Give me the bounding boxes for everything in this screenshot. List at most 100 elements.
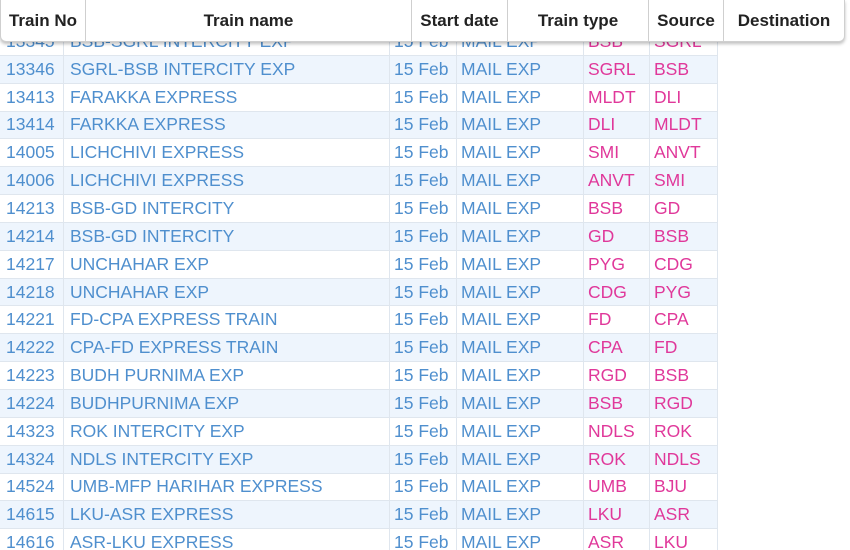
table-row[interactable]: 13413 FARAKKA EXPRESS 15 Feb MAIL EXP MLDT DL… (0, 83, 718, 112)
column-header-train-type[interactable]: Train type (508, 0, 649, 41)
table-row[interactable]: 14324 NDLS INTERCITY EXP 15 Feb MAIL EXP ROK… (0, 445, 718, 474)
train-number-link[interactable]: 14217 (0, 250, 64, 278)
source-station-cell: CDG (584, 278, 650, 306)
destination-station-cell: BSB (650, 222, 718, 250)
train-number-link[interactable]: 14223 (0, 362, 64, 389)
destination-station-cell: CDG (650, 250, 718, 278)
train-table: Train No Train name Start date Train typ… (0, 0, 850, 550)
source-station-cell: ROK (584, 445, 650, 473)
table-row[interactable]: 14213 BSB-GD INTERCITY 15 Feb MAIL EXP BSB GD (0, 195, 718, 223)
train-number-link[interactable]: 14005 (0, 139, 64, 167)
train-name-link[interactable]: BSB-GD INTERCITY (64, 222, 390, 250)
table-row[interactable]: 14006 LICHCHIVI EXPRESS 15 Feb MAIL EXP ANVT… (0, 167, 718, 196)
table-row[interactable]: 14224 BUDHPURNIMA EXP 15 Feb MAIL EXP BSB RGD (0, 389, 718, 418)
train-name-link[interactable]: UMB-MFP HARIHAR EXPRESS (64, 473, 390, 501)
table-row[interactable]: 14223 BUDH PURNIMA EXP 15 Feb MAIL EXP RGD BS… (0, 362, 718, 390)
train-number-link[interactable]: 13413 (0, 83, 64, 111)
train-name-link[interactable]: BUDH PURNIMA EXP (64, 362, 390, 389)
start-date-cell: 15 Feb (390, 389, 457, 417)
start-date-cell: 15 Feb (390, 250, 457, 278)
train-name-link[interactable]: ASR-LKU EXPRESS (64, 529, 390, 550)
start-date-cell: 15 Feb (390, 55, 457, 83)
table-row[interactable]: 14222 CPA-FD EXPRESS TRAIN 15 Feb MAIL EXP C… (0, 334, 718, 363)
table-row[interactable]: 13346 SGRL-BSB INTERCITY EXP 15 Feb MAIL EX… (0, 55, 718, 84)
train-name-link[interactable]: SGRL-BSB INTERCITY EXP (64, 55, 390, 83)
train-name-link[interactable]: LICHCHIVI EXPRESS (64, 167, 390, 195)
start-date-cell: 15 Feb (390, 473, 457, 501)
train-type-cell: MAIL EXP (457, 195, 584, 222)
source-station-cell: NDLS (584, 417, 650, 445)
table-row[interactable]: 13414 FARKKA EXPRESS 15 Feb MAIL EXP DLI MLDT (0, 111, 718, 140)
destination-station-cell: BSB (650, 55, 718, 83)
column-header-train-name[interactable]: Train name (86, 0, 412, 41)
train-number-link[interactable]: 14221 (0, 306, 64, 334)
source-station-cell: GD (584, 222, 650, 250)
train-name-link[interactable]: BUDHPURNIMA EXP (64, 389, 390, 417)
train-name-link[interactable]: FD-CPA EXPRESS TRAIN (64, 306, 390, 334)
destination-station-cell: ASR (650, 501, 718, 529)
destination-station-cell: RGD (650, 389, 718, 417)
train-name-link[interactable]: BSB-GD INTERCITY (64, 195, 390, 222)
table-row[interactable]: 14214 BSB-GD INTERCITY 15 Feb MAIL EXP GD BSB (0, 222, 718, 251)
table-row[interactable]: 14524 UMB-MFP HARIHAR EXPRESS 15 Feb MAIL E… (0, 473, 718, 502)
destination-station-cell: NDLS (650, 445, 718, 473)
train-number-link[interactable]: 14213 (0, 195, 64, 222)
train-name-link[interactable]: CPA-FD EXPRESS TRAIN (64, 334, 390, 362)
train-name-link[interactable]: FARKKA EXPRESS (64, 111, 390, 139)
column-header-train-no[interactable]: Train No (1, 0, 86, 41)
table-row[interactable]: 14218 UNCHAHAR EXP 15 Feb MAIL EXP CDG PYG (0, 278, 718, 307)
train-number-link[interactable]: 14218 (0, 278, 64, 306)
start-date-cell: 15 Feb (390, 222, 457, 250)
train-number-link[interactable]: 14323 (0, 417, 64, 445)
train-type-cell: MAIL EXP (457, 167, 584, 195)
train-number-link[interactable]: 14524 (0, 473, 64, 501)
train-type-cell: MAIL EXP (457, 389, 584, 417)
start-date-cell: 15 Feb (390, 195, 457, 222)
source-station-cell: MLDT (584, 83, 650, 111)
start-date-cell: 15 Feb (390, 306, 457, 334)
train-name-link[interactable]: ROK INTERCITY EXP (64, 417, 390, 445)
train-number-link[interactable]: 13346 (0, 55, 64, 83)
empty-area (718, 42, 850, 550)
train-name-link[interactable]: UNCHAHAR EXP (64, 250, 390, 278)
train-number-link[interactable]: 14224 (0, 389, 64, 417)
train-name-link[interactable]: LICHCHIVI EXPRESS (64, 139, 390, 167)
train-number-link[interactable]: 14324 (0, 445, 64, 473)
table-row[interactable]: 14616 ASR-LKU EXPRESS 15 Feb MAIL EXP ASR LKU (0, 529, 718, 550)
column-header-start-date[interactable]: Start date (412, 0, 508, 41)
table-row[interactable]: 14005 LICHCHIVI EXPRESS 15 Feb MAIL EXP SMI A… (0, 139, 718, 168)
train-number-link[interactable]: 14616 (0, 529, 64, 550)
train-type-cell: MAIL EXP (457, 139, 584, 167)
table-body: 13345BSB-SGRL INTERCITY EXP15 FebMAIL EX… (0, 28, 718, 550)
train-type-cell: MAIL EXP (457, 417, 584, 445)
train-number-link[interactable]: 14214 (0, 222, 64, 250)
table-row[interactable]: 14221 FD-CPA EXPRESS TRAIN 15 Feb MAIL EXP F… (0, 306, 718, 335)
destination-station-cell: CPA (650, 306, 718, 334)
source-station-cell: PYG (584, 250, 650, 278)
source-station-cell: LKU (584, 501, 650, 529)
source-station-cell: DLI (584, 111, 650, 139)
train-type-cell: MAIL EXP (457, 501, 584, 529)
train-name-link[interactable]: FARAKKA EXPRESS (64, 83, 390, 111)
source-station-cell: FD (584, 306, 650, 334)
train-name-link[interactable]: NDLS INTERCITY EXP (64, 445, 390, 473)
destination-station-cell: BSB (650, 362, 718, 389)
table-row[interactable]: 14323 ROK INTERCITY EXP 15 Feb MAIL EXP NDLS… (0, 417, 718, 446)
start-date-cell: 15 Feb (390, 278, 457, 306)
start-date-cell: 15 Feb (390, 111, 457, 139)
train-number-link[interactable]: 14615 (0, 501, 64, 529)
table-row[interactable]: 14217 UNCHAHAR EXP 15 Feb MAIL EXP PYG CDG (0, 250, 718, 279)
train-number-link[interactable]: 14222 (0, 334, 64, 362)
train-type-cell: MAIL EXP (457, 278, 584, 306)
start-date-cell: 15 Feb (390, 334, 457, 362)
train-name-link[interactable]: LKU-ASR EXPRESS (64, 501, 390, 529)
train-type-cell: MAIL EXP (457, 55, 584, 83)
train-number-link[interactable]: 13414 (0, 111, 64, 139)
train-type-cell: MAIL EXP (457, 445, 584, 473)
destination-station-cell: PYG (650, 278, 718, 306)
train-name-link[interactable]: UNCHAHAR EXP (64, 278, 390, 306)
train-number-link[interactable]: 14006 (0, 167, 64, 195)
column-header-source[interactable]: Source (649, 0, 724, 41)
table-row[interactable]: 14615 LKU-ASR EXPRESS 15 Feb MAIL EXP LKU ASR (0, 501, 718, 530)
column-header-destination[interactable]: Destination (724, 0, 844, 41)
